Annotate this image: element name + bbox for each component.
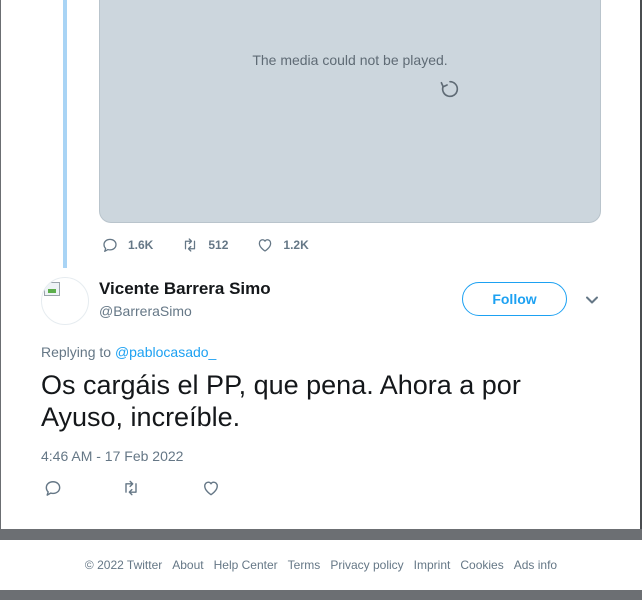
footer-link-about[interactable]: About xyxy=(172,558,203,572)
footer-link-ads-info[interactable]: Ads info xyxy=(514,558,557,572)
tweet-timestamp[interactable]: 4:46 AM - 17 Feb 2022 xyxy=(41,448,183,464)
reply-button[interactable] xyxy=(43,478,65,500)
follow-button[interactable]: Follow xyxy=(462,282,567,316)
quoted-media-player[interactable]: The media could not be played. xyxy=(99,0,601,223)
site-footer: © 2022 Twitter About Help Center Terms P… xyxy=(0,540,642,590)
footer-copyright: © 2022 Twitter xyxy=(84,558,163,572)
footer-divider-top xyxy=(0,529,642,540)
footer-link-help-center[interactable]: Help Center xyxy=(214,558,278,572)
chevron-down-icon[interactable] xyxy=(584,292,600,308)
quoted-retweet-count: 512 xyxy=(208,238,229,252)
window-border-left xyxy=(0,0,1,529)
quoted-reply-count: 1.6K xyxy=(128,238,154,252)
media-error-message: The media could not be played. xyxy=(252,52,448,68)
footer-link-cookies[interactable]: Cookies xyxy=(460,558,503,572)
footer-link-privacy-policy[interactable]: Privacy policy xyxy=(330,558,403,572)
quoted-like-button[interactable]: 1.2K xyxy=(256,236,309,254)
footer-link-terms[interactable]: Terms xyxy=(288,558,321,572)
footer-link-imprint[interactable]: Imprint xyxy=(414,558,451,572)
like-icon xyxy=(259,239,272,252)
quoted-like-count: 1.2K xyxy=(283,238,309,252)
retweet-icon xyxy=(185,238,196,252)
thread-connector-line xyxy=(63,0,67,268)
avatar[interactable] xyxy=(41,277,89,325)
retweet-icon xyxy=(125,480,137,496)
quoted-reply-button[interactable]: 1.6K xyxy=(101,236,153,254)
replying-to-link[interactable]: @pablocasado_ xyxy=(115,344,216,360)
footer-divider-bottom xyxy=(0,590,642,600)
broken-image-icon xyxy=(44,282,60,296)
retweet-button[interactable] xyxy=(121,478,143,500)
tweet-text: Os cargáis el PP, que pena. Ahora a por … xyxy=(41,370,521,432)
like-icon xyxy=(204,481,218,496)
like-button[interactable] xyxy=(201,478,223,500)
author-display-name[interactable]: Vicente Barrera Simo xyxy=(99,279,271,299)
quoted-tweet-actions: 1.6K 512 1.2K xyxy=(101,233,337,257)
replying-to-prefix: Replying to xyxy=(41,344,112,360)
reply-icon xyxy=(45,481,61,496)
author-handle[interactable]: @BarreraSimo xyxy=(99,303,192,319)
retry-icon[interactable] xyxy=(439,78,461,100)
replying-to-line: Replying to @pablocasado_ xyxy=(41,344,216,360)
quoted-retweet-button[interactable]: 512 xyxy=(181,236,228,254)
reply-icon xyxy=(103,238,117,253)
